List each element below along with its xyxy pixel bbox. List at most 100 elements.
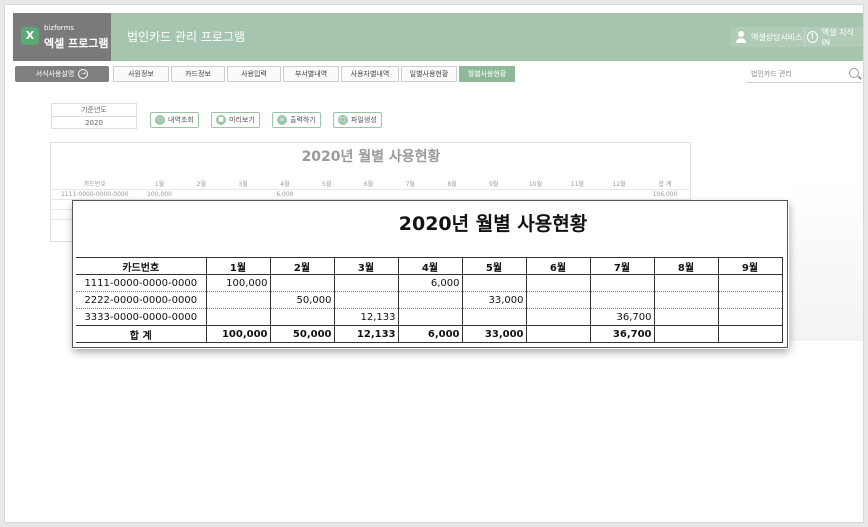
logo-small-text: bizforms xyxy=(44,24,75,32)
amount-cell: 7월 xyxy=(389,179,432,190)
total-row: 합 계 100,000 50,000 12,133 6,000 33,000 36,700 xyxy=(76,325,783,343)
amount-cell xyxy=(334,291,399,309)
amount-cell: 8월 xyxy=(654,257,719,275)
amount-cell: 8월 xyxy=(431,179,473,190)
amount-cell: 6,000 xyxy=(263,189,306,200)
amount-cell xyxy=(431,189,473,200)
amount-cell: 7월 xyxy=(590,257,655,275)
arrow-right-icon: → xyxy=(78,69,89,79)
table-row: 2222-0000-0000-0000 50,000 33,000 xyxy=(76,291,783,309)
amount-cell: 12,133 xyxy=(334,325,399,343)
amount-cell xyxy=(347,189,390,200)
amount-cell xyxy=(598,189,640,200)
table-row: 1111-0000-0000-0000 100,000 6,000 xyxy=(76,274,783,292)
page-curl xyxy=(790,181,863,341)
amount-cell: 12월 xyxy=(598,179,640,190)
amount-cell xyxy=(398,291,463,309)
tab-daily-usage[interactable]: 일별사용현황 xyxy=(401,66,457,82)
search-input[interactable]: 법인카드 관리 xyxy=(747,65,861,83)
amount-cell xyxy=(654,325,719,343)
zoomed-sheet: 2020년 월별 사용현황 카드번호 1월 2월 3월 4월 5월 6월 7월 8월 9월 111… xyxy=(72,200,788,348)
tab-employee-info[interactable]: 사원정보 xyxy=(113,66,169,82)
consult-service-label: 엑셀상담서비스 xyxy=(751,32,803,42)
tab-card-info[interactable]: 카드정보 xyxy=(171,66,225,82)
amount-cell: 33,000 xyxy=(462,325,527,343)
bg-table-header: 카드번호 1월 2월 3월 4월 5월 6월 7월 8월 9월 10월 11월 12월 합 계 xyxy=(51,179,690,190)
tab-usage-input[interactable]: 사용입력 xyxy=(227,66,281,82)
amount-cell xyxy=(334,274,399,292)
amount-cell xyxy=(514,189,557,200)
zoom-sheet-title: 2020년 월별 사용현황 xyxy=(398,213,588,235)
amount-cell xyxy=(389,189,432,200)
amount-cell: 6,000 xyxy=(398,325,463,343)
tab-user-history[interactable]: 사용자별내역 xyxy=(341,66,399,82)
print-icon: ≡ xyxy=(277,115,287,125)
consult-service-button[interactable]: 엑셀상담서비스 xyxy=(731,27,807,47)
amount-cell xyxy=(270,308,335,326)
amount-cell: 4월 xyxy=(398,257,463,275)
preview-icon: ■ xyxy=(216,115,226,125)
amount-cell: 9월 xyxy=(718,257,783,275)
person-icon xyxy=(735,31,747,43)
amount-cell: 36,700 xyxy=(590,308,655,326)
amount-cell xyxy=(398,308,463,326)
table-row: 1111-0000-0000-0000 100,000 6,000 106,000 xyxy=(51,189,690,200)
tab-monthly-usage[interactable]: 월별사용현황 xyxy=(459,66,515,82)
lookup-button[interactable]: ○ 내역조회 xyxy=(150,112,199,128)
logo[interactable]: X bizforms 엑셀 프로그램 xyxy=(13,13,111,61)
tab-dept-history[interactable]: 부서별내역 xyxy=(283,66,339,82)
amount-cell xyxy=(180,189,223,200)
search-icon[interactable] xyxy=(849,68,859,78)
print-label: 출력하기 xyxy=(290,116,316,124)
amount-cell xyxy=(472,189,515,200)
amount-cell xyxy=(526,291,591,309)
amount-cell: 2월 xyxy=(270,257,335,275)
amount-cell xyxy=(654,308,719,326)
card-number-cell: 카드번호 xyxy=(51,179,139,190)
amount-cell: 4월 xyxy=(263,179,306,190)
knowledge-in-label: 엑셀 지식 IN xyxy=(821,28,854,47)
amount-cell xyxy=(590,274,655,292)
amount-cell: 10월 xyxy=(514,179,557,190)
amount-cell xyxy=(462,274,527,292)
amount-cell xyxy=(270,274,335,292)
amount-cell: 3월 xyxy=(222,179,264,190)
amount-cell: 6월 xyxy=(526,257,591,275)
lookup-label: 내역조회 xyxy=(168,116,194,124)
info-icon: ! xyxy=(807,31,818,43)
usage-guide-button[interactable]: 서식사용설명 → xyxy=(15,66,109,82)
amount-cell xyxy=(556,189,599,200)
card-number-cell: 카드번호 xyxy=(76,257,207,275)
top-bar: 법인카드 관리 프로그램 엑셀상담서비스 ! 엑셀 지식 IN xyxy=(111,13,863,61)
amount-cell xyxy=(526,325,591,343)
amount-cell: 100,000 xyxy=(206,274,271,292)
amount-cell: 1월 xyxy=(138,179,181,190)
amount-cell: 50,000 xyxy=(270,325,335,343)
amount-cell xyxy=(305,189,348,200)
knowledge-in-button[interactable]: ! 엑셀 지식 IN xyxy=(803,27,863,47)
app-frame: X bizforms 엑셀 프로그램 법인카드 관리 프로그램 엑셀상담서비스 … xyxy=(4,4,864,523)
amount-cell: 33,000 xyxy=(462,291,527,309)
amount-cell xyxy=(526,274,591,292)
create-file-button[interactable]: □ 파일생성 xyxy=(333,112,382,128)
amount-cell xyxy=(718,325,783,343)
amount-cell: 100,000 xyxy=(138,189,181,200)
preview-label: 미리보기 xyxy=(229,116,255,124)
tab-bar: 사원정보 카드정보 사용입력 부서별내역 사용자별내역 일별사용현황 월별사용현… xyxy=(113,66,515,82)
amount-cell xyxy=(526,308,591,326)
amount-cell xyxy=(206,291,271,309)
amount-cell xyxy=(654,291,719,309)
excel-icon: X xyxy=(21,27,39,45)
card-number-cell: 2222-0000-0000-0000 xyxy=(76,291,207,309)
bg-sheet-title: 2020년 월별 사용현황 xyxy=(301,149,441,165)
amount-cell: 6,000 xyxy=(398,274,463,292)
base-year-value[interactable]: 2020 xyxy=(52,116,136,128)
amount-cell: 106,000 xyxy=(640,189,690,200)
preview-button[interactable]: ■ 미리보기 xyxy=(211,112,260,128)
amount-cell: 100,000 xyxy=(206,325,271,343)
print-button[interactable]: ≡ 출력하기 xyxy=(272,112,321,128)
amount-cell: 12,133 xyxy=(334,308,399,326)
amount-cell: 50,000 xyxy=(270,291,335,309)
logo-main-text: 엑셀 프로그램 xyxy=(44,37,109,50)
card-number-cell: 1111-0000-0000-0000 xyxy=(76,274,207,292)
